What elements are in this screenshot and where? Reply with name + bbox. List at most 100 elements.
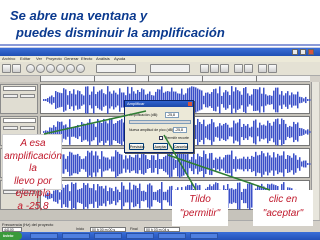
record-icon[interactable] [46,64,55,73]
waveform-sample [251,155,253,173]
waveform-sample [89,94,91,106]
waveform-sample [87,150,89,178]
waveform-sample [203,150,205,178]
waveform-sample [113,90,115,110]
solo-button[interactable] [20,126,35,130]
dialog-title: Amplificar [125,101,193,107]
maximize-icon[interactable] [300,49,306,55]
zoom-out-icon[interactable] [268,64,277,73]
waveform-sample [263,87,265,113]
waveform-sample [271,125,273,139]
peak-amplitude-input[interactable]: -25,8 [173,127,187,133]
waveform-sample [237,159,239,169]
taskbar-item[interactable] [126,233,154,239]
waveform-sample [103,118,105,146]
ok-button[interactable]: Aceptar [153,143,168,150]
waveform-sample [151,185,153,207]
amplification-input[interactable]: -25,8 [165,112,179,118]
waveform-sample [229,188,231,204]
callout-line: A esa [20,138,46,149]
redo-icon[interactable] [244,64,253,73]
waveform-sample [83,182,85,210]
waveform-sample [91,188,93,204]
copy-icon[interactable] [210,64,219,73]
windows-taskbar: Inicio [0,232,320,240]
track-name-box[interactable] [3,86,36,91]
pause-icon[interactable] [56,64,65,73]
waveform-sample [189,159,191,169]
zoom-in-icon[interactable] [258,64,267,73]
track-control-panel[interactable] [0,84,38,114]
waveform-sample [291,157,293,171]
start-button[interactable]: Inicio [0,232,22,240]
waveform-sample [243,156,245,172]
close-icon[interactable] [308,49,314,55]
mute-button[interactable] [3,126,18,130]
waveform-sample [267,95,269,105]
callout-line: "aceptar" [262,208,304,219]
waveform-sample [53,97,55,103]
taskbar-item[interactable] [190,233,218,239]
waveform-sample [75,182,77,210]
callout-line: amplificación la [4,150,62,175]
waveform-sample [141,154,143,174]
waveform-sample [209,93,211,107]
mute-button[interactable] [3,94,18,98]
waveform-sample [139,157,141,171]
waveform-sample [67,184,69,208]
waveform-sample [169,186,171,206]
taskbar-item[interactable] [30,233,58,239]
allow-clipping-label: Permitir recorte [165,136,189,140]
waveform-sample [257,89,259,111]
taskbar-item[interactable] [62,233,90,239]
preview-button[interactable]: Previsión [129,143,144,150]
selection-tool-icon[interactable] [2,64,11,73]
undo-icon[interactable] [234,64,243,73]
waveform-sample [203,95,205,105]
paste-icon[interactable] [220,64,229,73]
waveform-sample [255,89,257,111]
waveform-sample [113,191,115,201]
waveform-sample [109,187,111,205]
waveform-sample [107,157,109,171]
waveform-sample [47,130,49,134]
waveform-sample [261,125,263,139]
cut-icon[interactable] [200,64,209,73]
play-icon[interactable] [36,64,45,73]
waveform-sample [289,155,291,173]
waveform-sample [163,156,165,172]
waveform-sample [85,86,87,114]
solo-button[interactable] [20,94,35,98]
volume-meter[interactable] [96,64,136,73]
track-name-box[interactable] [3,118,36,123]
taskbar-item[interactable] [158,233,186,239]
waveform-sample [199,89,201,111]
waveform-sample [255,119,257,145]
stop-icon[interactable] [66,64,75,73]
dialog-close-icon[interactable] [188,102,192,106]
amplification-slider[interactable] [129,120,191,124]
input-meter[interactable] [150,64,190,73]
waveform-sample [91,122,93,142]
waveform-sample [95,151,97,177]
waveform-sample [217,158,219,170]
waveform-sample [117,120,119,144]
waveform-sample [281,91,283,109]
waveform-sample [183,152,185,176]
fast-forward-icon[interactable] [76,64,85,73]
cancel-button[interactable]: Cancelar [173,143,188,150]
allow-clipping-checkbox[interactable] [159,136,163,140]
minimize-icon[interactable] [292,49,298,55]
waveform-sample [287,127,289,137]
waveform-sample [99,90,101,110]
taskbar-item[interactable] [94,233,122,239]
waveform-sample [277,118,279,146]
waveform-sample [233,120,235,144]
rewind-icon[interactable] [26,64,35,73]
waveform-sample [63,154,65,174]
waveform-sample [93,155,95,173]
envelope-tool-icon[interactable] [12,64,21,73]
waveform-sample [261,151,263,177]
waveform-sample [235,156,237,172]
waveform-sample [91,150,93,178]
